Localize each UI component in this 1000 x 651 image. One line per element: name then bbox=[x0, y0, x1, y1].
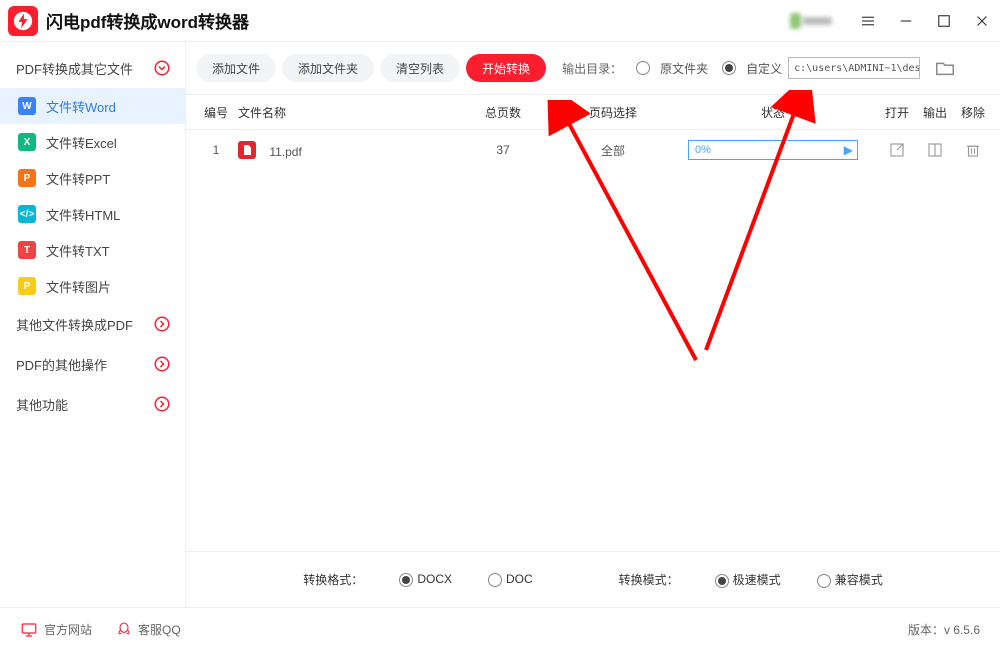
sidebar-item-to-ppt[interactable]: P 文件转PPT bbox=[0, 160, 185, 196]
cell-status: 0% ▶ bbox=[668, 140, 878, 160]
start-convert-button[interactable]: 开始转换 bbox=[466, 54, 546, 82]
mode-label: 转换模式： bbox=[619, 571, 679, 588]
radio-original-label: 原文件夹 bbox=[660, 60, 708, 77]
output-path-input[interactable]: c:\users\ADMINI~1\desktop bbox=[788, 57, 920, 79]
version-label: 版本：v 6.5.6 bbox=[908, 621, 980, 638]
qq-icon bbox=[116, 621, 132, 639]
output-button[interactable] bbox=[926, 141, 944, 159]
minimize-button[interactable] bbox=[896, 11, 916, 31]
sidebar-item-to-html[interactable]: </> 文件转HTML bbox=[0, 196, 185, 232]
radio-docx[interactable] bbox=[399, 573, 413, 587]
sidebar-item-label: 文件转图片 bbox=[46, 277, 111, 296]
word-icon: W bbox=[18, 97, 36, 115]
output-dir-label: 输出目录： bbox=[562, 60, 622, 77]
col-name: 文件名称 bbox=[238, 104, 448, 121]
sidebar-category-label: 其他功能 bbox=[16, 395, 68, 414]
app-title: 闪电pdf转换成word转换器 bbox=[46, 8, 249, 33]
clear-list-button[interactable]: 清空列表 bbox=[380, 54, 460, 82]
app-logo-icon bbox=[8, 6, 38, 36]
menu-icon[interactable] bbox=[858, 11, 878, 31]
cell-filename: ▲ 11.pdf bbox=[238, 141, 448, 159]
title-bar: 闪电pdf转换成word转换器 bbox=[0, 0, 1000, 42]
col-id: 编号 bbox=[194, 104, 238, 121]
radio-doc-label: DOC bbox=[506, 572, 533, 586]
chevron-circle-icon bbox=[153, 315, 171, 333]
col-open: 打开 bbox=[878, 104, 916, 121]
play-icon: ▶ bbox=[844, 143, 853, 157]
radio-compat-mode[interactable] bbox=[817, 574, 831, 588]
col-pages: 总页数 bbox=[448, 104, 558, 121]
sidebar-category-label: PDF转换成其它文件 bbox=[16, 59, 133, 78]
sidebar-category-label: PDF的其他操作 bbox=[16, 355, 107, 374]
radio-fast-label: 极速模式 bbox=[733, 573, 781, 587]
sidebar-item-label: 文件转HTML bbox=[46, 205, 120, 224]
chevron-circle-icon bbox=[153, 355, 171, 373]
sidebar-item-label: 文件转PPT bbox=[46, 169, 110, 188]
sidebar-category-pdf-to-other[interactable]: PDF转换成其它文件 bbox=[0, 48, 185, 88]
format-bar: 转换格式： DOCX DOC 转换模式： 极速模式 兼容模式 bbox=[186, 551, 1000, 607]
ppt-icon: P bbox=[18, 169, 36, 187]
col-status: 状态 bbox=[668, 104, 878, 121]
txt-icon: T bbox=[18, 241, 36, 259]
radio-docx-label: DOCX bbox=[417, 572, 452, 586]
radio-compat-label: 兼容模式 bbox=[835, 573, 883, 587]
browse-folder-button[interactable] bbox=[934, 57, 956, 79]
radio-doc[interactable] bbox=[488, 573, 502, 587]
cell-page-range[interactable]: 全部 bbox=[558, 142, 668, 159]
chevron-circle-icon bbox=[153, 395, 171, 413]
qq-support-link[interactable]: 客服QQ bbox=[116, 621, 181, 639]
cell-pages: 37 bbox=[448, 143, 558, 157]
maximize-button[interactable] bbox=[934, 11, 954, 31]
sidebar-item-label: 文件转TXT bbox=[46, 241, 110, 260]
radio-fast-mode[interactable] bbox=[715, 574, 729, 588]
sidebar-category-pdf-other-ops[interactable]: PDF的其他操作 bbox=[0, 344, 185, 384]
open-file-button[interactable] bbox=[888, 141, 906, 159]
content-area: 添加文件 添加文件夹 清空列表 开始转换 输出目录： 原文件夹 自定义 c:\u… bbox=[186, 42, 1000, 607]
table-header: 编号 文件名称 总页数 页码选择 状态 打开 输出 移除 bbox=[186, 94, 1000, 130]
sidebar-item-to-txt[interactable]: T 文件转TXT bbox=[0, 232, 185, 268]
sidebar-category-label: 其他文件转换成PDF bbox=[16, 315, 133, 334]
add-file-button[interactable]: 添加文件 bbox=[196, 54, 276, 82]
image-icon: P bbox=[18, 277, 36, 295]
sidebar-item-label: 文件转Excel bbox=[46, 133, 117, 152]
html-icon: </> bbox=[18, 205, 36, 223]
sidebar-item-to-excel[interactable]: X 文件转Excel bbox=[0, 124, 185, 160]
delete-button[interactable] bbox=[964, 141, 982, 159]
sidebar-item-label: 文件转Word bbox=[46, 97, 116, 116]
sidebar-category-other-features[interactable]: 其他功能 bbox=[0, 384, 185, 424]
table-row[interactable]: 1 ▲ 11.pdf 37 全部 0% ▶ bbox=[186, 130, 1000, 170]
add-folder-button[interactable]: 添加文件夹 bbox=[282, 54, 374, 82]
sidebar-item-to-word[interactable]: W 文件转Word bbox=[0, 88, 185, 124]
radio-custom-label: 自定义 bbox=[746, 60, 782, 77]
toolbar: 添加文件 添加文件夹 清空列表 开始转换 输出目录： 原文件夹 自定义 c:\u… bbox=[186, 42, 1000, 94]
pdf-icon: ▲ bbox=[238, 141, 256, 159]
excel-icon: X bbox=[18, 133, 36, 151]
radio-original-folder[interactable] bbox=[636, 61, 650, 75]
sidebar-category-other-to-pdf[interactable]: 其他文件转换成PDF bbox=[0, 304, 185, 344]
user-avatar[interactable] bbox=[790, 10, 832, 32]
col-remove: 移除 bbox=[954, 104, 992, 121]
radio-custom-folder[interactable] bbox=[722, 61, 736, 75]
monitor-icon bbox=[20, 621, 38, 639]
col-range: 页码选择 bbox=[558, 104, 668, 121]
col-out: 输出 bbox=[916, 104, 954, 121]
sidebar-item-to-image[interactable]: P 文件转图片 bbox=[0, 268, 185, 304]
progress-bar[interactable]: 0% ▶ bbox=[688, 140, 858, 160]
bottom-bar: 官方网站 客服QQ 版本：v 6.5.6 bbox=[0, 607, 1000, 651]
official-site-link[interactable]: 官方网站 bbox=[20, 621, 92, 639]
svg-text:▲: ▲ bbox=[244, 149, 248, 154]
cell-id: 1 bbox=[194, 143, 238, 157]
format-label: 转换格式： bbox=[303, 571, 363, 588]
sidebar: PDF转换成其它文件 W 文件转Word X 文件转Excel P 文件转PPT… bbox=[0, 42, 186, 607]
progress-text: 0% bbox=[695, 144, 711, 156]
chevron-circle-icon bbox=[153, 59, 171, 77]
close-button[interactable] bbox=[972, 11, 992, 31]
